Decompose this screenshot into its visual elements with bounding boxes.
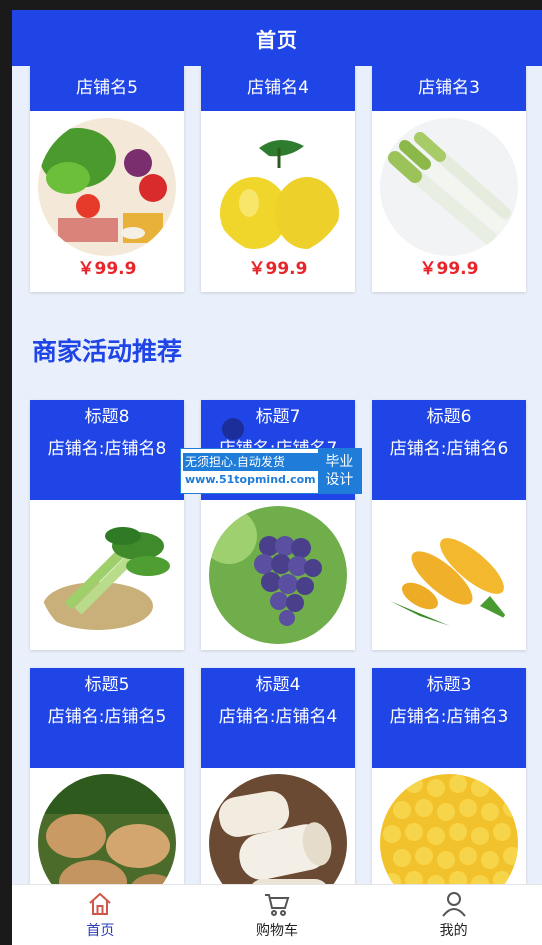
- watermark-right1: 毕业: [325, 454, 354, 470]
- tab-profile[interactable]: 我的: [365, 885, 542, 945]
- activity-image: [201, 768, 355, 884]
- activity-image: [372, 768, 526, 884]
- shop-price: ￥99.9: [419, 259, 479, 279]
- activity-card[interactable]: 标题3 店铺名:店铺名3: [372, 668, 526, 884]
- activity-title: 标题6: [426, 407, 472, 427]
- shop-card[interactable]: 店铺名4 ￥99.9: [201, 66, 355, 292]
- user-icon: [441, 892, 466, 917]
- activity-header: 标题6 店铺名:店铺名6: [372, 400, 526, 500]
- shop-name: 店铺名5: [30, 66, 184, 111]
- activity-header: 标题5 店铺名:店铺名5: [30, 668, 184, 768]
- activity-card[interactable]: 标题6 店铺名:店铺名6: [372, 400, 526, 650]
- tab-cart-label: 购物车: [256, 923, 298, 939]
- tab-cart[interactable]: 购物车: [189, 885, 366, 945]
- activity-title: 标题3: [426, 675, 472, 695]
- activity-header: 标题8 店铺名:店铺名8: [30, 400, 184, 500]
- shop-image: [201, 111, 355, 256]
- shop-image: [30, 111, 184, 256]
- activity-image: [201, 500, 355, 650]
- shop-card[interactable]: 店铺名5 ￥99.9: [30, 66, 184, 292]
- cart-icon: [265, 894, 290, 916]
- home-icon: [89, 892, 111, 915]
- shop-name: 店铺名4: [201, 66, 355, 111]
- phone-screen: 首页 店铺名5 ￥99.9 店铺名4 ￥99.9 店铺名3 ￥99.9 商家活动…: [12, 10, 542, 945]
- navbar: 首页: [12, 10, 542, 66]
- watermark-overlay: 无须担心.自动发货 www.51topmind.com 毕业 设计: [180, 448, 362, 494]
- activity-card[interactable]: 标题7 店铺名:店铺名7: [201, 400, 355, 650]
- shop-card[interactable]: 店铺名3 ￥99.9: [372, 66, 526, 292]
- float-dot[interactable]: [222, 418, 244, 440]
- shop-image: [372, 111, 526, 256]
- activity-shop: 店铺名:店铺名8: [47, 439, 167, 459]
- watermark-right2: 设计: [325, 472, 354, 488]
- shop-price: ￥99.9: [248, 259, 308, 279]
- activity-card[interactable]: 标题4 店铺名:店铺名4: [201, 668, 355, 884]
- activity-title: 标题5: [84, 675, 130, 695]
- section-title: 商家活动推荐: [32, 337, 183, 366]
- tab-home-label: 首页: [86, 923, 115, 939]
- shop-price: ￥99.9: [77, 259, 137, 279]
- activity-title: 标题8: [84, 407, 130, 427]
- activity-shop: 店铺名:店铺名3: [389, 707, 509, 727]
- activity-image: [30, 500, 184, 650]
- watermark-line1: 无须担心.自动发货: [183, 453, 318, 471]
- activity-image: [30, 768, 184, 884]
- shop-name: 店铺名3: [372, 66, 526, 111]
- activity-image: [372, 500, 526, 650]
- activity-title: 标题4: [255, 675, 301, 695]
- activity-shop: 店铺名:店铺名6: [389, 439, 509, 459]
- activity-card[interactable]: 标题5 店铺名:店铺名5: [30, 668, 184, 884]
- activity-shop: 店铺名:店铺名5: [47, 707, 167, 727]
- activity-card[interactable]: 标题8 店铺名:店铺名8: [30, 400, 184, 650]
- tab-bar: 首页 购物车 我的: [12, 884, 542, 945]
- tab-home[interactable]: 首页: [12, 885, 189, 945]
- activity-header: 标题4 店铺名:店铺名4: [201, 668, 355, 768]
- watermark-line2: www.51topmind.com: [185, 473, 316, 486]
- activity-shop: 店铺名:店铺名4: [218, 707, 338, 727]
- page-title: 首页: [256, 27, 298, 52]
- activity-header: 标题3 店铺名:店铺名3: [372, 668, 526, 768]
- tab-profile-label: 我的: [439, 923, 468, 939]
